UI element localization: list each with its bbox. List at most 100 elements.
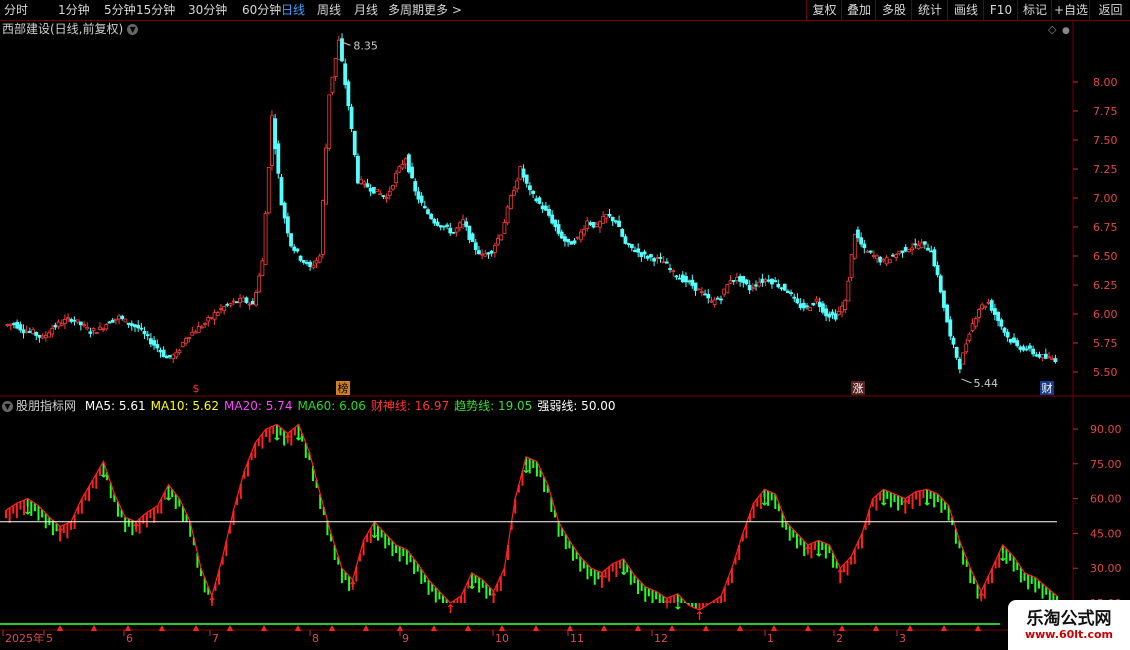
candle: [932, 249, 937, 267]
period-2[interactable]: 5分钟: [104, 2, 136, 18]
period-9[interactable]: 多周期: [388, 2, 424, 18]
period-3[interactable]: 15分钟: [136, 2, 175, 18]
candle: [426, 209, 430, 215]
chevron-down-icon[interactable]: ▼: [127, 24, 139, 35]
candle: [508, 195, 513, 210]
candle: [524, 174, 529, 184]
toolbar-button-8[interactable]: 返回: [1089, 0, 1130, 20]
candle: [617, 220, 621, 227]
period-4[interactable]: 30分钟: [188, 2, 227, 18]
period-10[interactable]: 更多 >: [424, 2, 462, 18]
candle: [750, 287, 755, 290]
candle: [486, 252, 491, 255]
bottom-marker: ▲: [975, 623, 982, 632]
candle: [193, 331, 198, 334]
candle: [489, 250, 494, 254]
diamond-icon[interactable]: ◇: [1048, 23, 1057, 36]
price-tick-label: 7.00: [1093, 192, 1118, 205]
candle: [492, 245, 497, 253]
indicator-name[interactable]: 股朋指标网: [16, 399, 76, 413]
time-label: 7: [212, 632, 219, 645]
candle: [563, 236, 567, 242]
candle: [629, 244, 634, 249]
period-1[interactable]: 1分钟: [58, 2, 90, 18]
price-chart[interactable]: 8.35 5.44 $ 榜 涨 财: [5, 33, 1058, 395]
candle: [410, 166, 414, 179]
candle: [37, 334, 42, 338]
candle: [789, 292, 793, 295]
toolbar-button-6[interactable]: 标记: [1017, 0, 1052, 20]
toolbar-button-5[interactable]: F10: [983, 0, 1018, 20]
event-mark-1[interactable]: 榜: [338, 381, 349, 395]
candle: [129, 323, 134, 326]
sell-arrow: ↓: [98, 466, 108, 480]
period-6[interactable]: 日线: [281, 2, 305, 18]
candle: [184, 338, 188, 344]
candle: [935, 265, 940, 276]
bottom-marker: ▲: [873, 623, 880, 632]
candle: [451, 231, 456, 234]
stock-title-bar[interactable]: 西部建设(日线,前复权) ▼: [2, 21, 139, 37]
period-0[interactable]: 分时: [4, 2, 28, 18]
toolbar-button-2[interactable]: 多股: [875, 0, 912, 20]
candle: [913, 243, 918, 246]
candle: [671, 270, 676, 273]
candle: [1015, 340, 1020, 347]
indicator-chart[interactable]: ↓↑↓↑↓↑↓ ↑ ↓↑↓↑↓↑↓↑↓↑ ↓↑↓↑ ↓↑↓ ↑ ↓↑↓▲ ▲ ▲ ▲ ▲ ▲ ▲ ▲ ▲ ▲ ▲…: [0, 423, 1058, 632]
candle: [34, 331, 39, 336]
candle: [951, 337, 956, 345]
toolbar-button-1[interactable]: 叠加: [841, 0, 876, 20]
candle: [798, 303, 803, 308]
candle: [1037, 354, 1042, 358]
toolbar-button-7[interactable]: +自选: [1051, 0, 1090, 20]
chevron-down-icon[interactable]: ▼: [2, 401, 13, 412]
candle: [250, 300, 255, 305]
candle: [333, 58, 338, 77]
candle: [661, 261, 666, 264]
candle: [540, 205, 545, 210]
period-7[interactable]: 周线: [317, 2, 341, 18]
toolbar-button-3[interactable]: 统计: [911, 0, 948, 20]
bottom-marker: ▲: [635, 623, 642, 632]
low-label: 5.44: [973, 377, 998, 390]
candle: [814, 298, 819, 302]
candle: [72, 319, 77, 322]
candle: [266, 167, 271, 214]
candle: [50, 328, 55, 335]
period-8[interactable]: 月线: [354, 2, 378, 18]
candle: [161, 349, 166, 358]
indicator-item-1: MA10: 5.62: [150, 399, 220, 413]
candle: [1053, 358, 1058, 363]
candle: [782, 283, 787, 291]
period-5[interactable]: 60分钟: [242, 2, 281, 18]
event-mark-2[interactable]: 涨: [853, 382, 864, 395]
candle: [578, 231, 583, 241]
candle: [505, 206, 510, 224]
candle: [693, 282, 698, 291]
candle: [120, 315, 125, 320]
candle: [499, 234, 504, 241]
bottom-marker: ▲: [499, 623, 506, 632]
toolbar-button-4[interactable]: 画线: [947, 0, 984, 20]
candle: [292, 246, 297, 251]
candle: [977, 309, 981, 318]
candle: [811, 302, 816, 306]
candle: [566, 238, 571, 243]
event-mark-3[interactable]: 财: [1042, 381, 1053, 395]
candle: [999, 319, 1004, 327]
candle: [282, 202, 287, 219]
bottom-marker: ▲: [125, 623, 132, 632]
candle: [273, 118, 278, 150]
bottom-marker: ▲: [533, 623, 540, 632]
event-mark-0[interactable]: $: [193, 382, 200, 395]
candle: [40, 335, 45, 339]
toolbar-button-0[interactable]: 复权: [806, 0, 842, 20]
candle: [961, 352, 965, 365]
circle-icon[interactable]: ●: [1062, 26, 1070, 36]
candle: [238, 298, 242, 303]
candle: [270, 115, 274, 166]
candle: [445, 224, 450, 227]
candle: [27, 331, 32, 333]
candle: [515, 180, 520, 190]
candle: [833, 313, 838, 320]
